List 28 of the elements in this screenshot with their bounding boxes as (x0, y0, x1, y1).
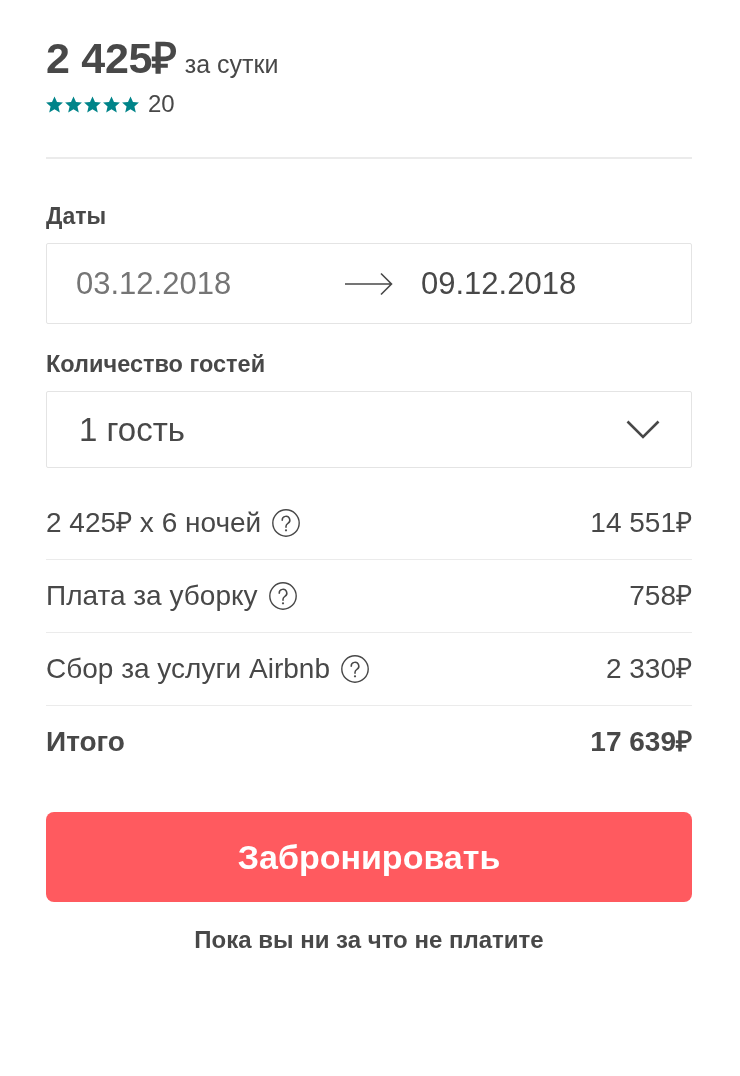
arrow-icon (345, 271, 393, 296)
payment-note: Пока вы ни за что не платите (194, 926, 544, 954)
check-in-date[interactable]: 03.12.2018 (76, 265, 232, 302)
help-icon[interactable] (268, 582, 297, 610)
total-amount: 17 639₽ (590, 726, 692, 758)
fee-amount: 2 330₽ (605, 653, 692, 685)
fee-amount: 14 551₽ (590, 507, 692, 539)
total-label: Итого (46, 726, 125, 758)
star-icon (65, 95, 82, 113)
field-label: Количество гостей (46, 351, 266, 377)
check-out-date[interactable]: 09.12.2018 (421, 265, 577, 302)
fee-label: Плата за уборку (46, 580, 258, 612)
star-icon (122, 95, 139, 113)
fee-label: 2 425₽ x 6 ночей (46, 507, 262, 539)
help-icon[interactable] (340, 655, 369, 683)
nightly-price: 2 425₽ (46, 34, 177, 82)
fee-amount: 758₽ (629, 580, 692, 612)
help-icon[interactable] (272, 509, 301, 537)
review-count: 20 (148, 92, 175, 116)
star-icon (103, 95, 120, 113)
guest-select[interactable]: 1 гость (46, 391, 692, 468)
chevron-down-icon (626, 420, 660, 439)
fee-label: Сбор за услуги Airbnb (46, 653, 330, 685)
price-unit: за сутки (184, 50, 279, 78)
star-icon (46, 95, 63, 113)
field-label: Даты (46, 203, 107, 229)
star-icon (84, 95, 101, 113)
date-range-field[interactable]: 03.12.2018 09.12.2018 (46, 243, 692, 324)
